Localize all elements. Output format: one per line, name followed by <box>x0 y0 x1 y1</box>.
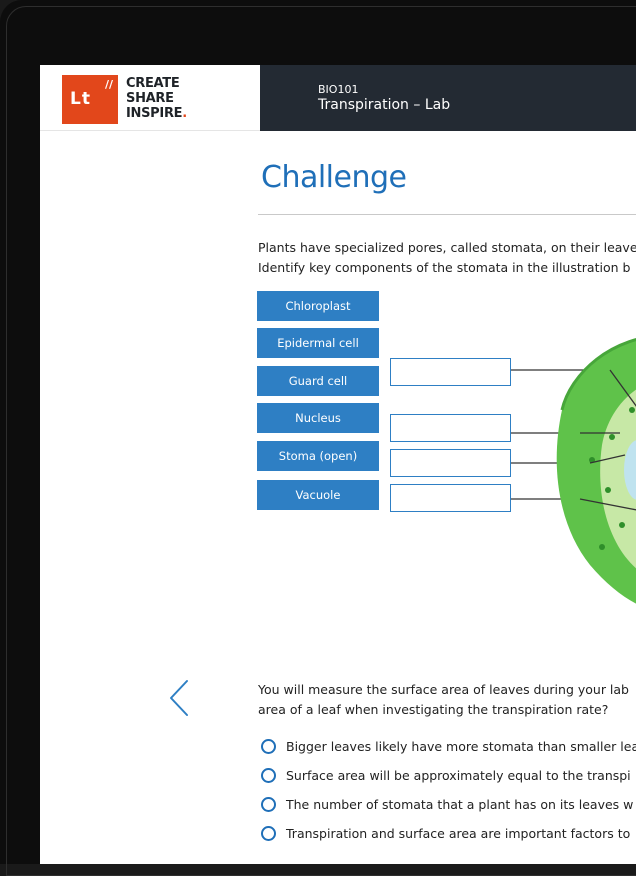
brand-line-share: SHARE <box>126 91 174 106</box>
brand-logo[interactable]: // Lt CREATE SHARE INSPIRE. <box>40 65 260 131</box>
page-title: Challenge <box>261 160 407 195</box>
stomata-illustration <box>511 338 636 604</box>
intro-line-2: Identify key components of the stomata i… <box>258 260 631 275</box>
app-header: // Lt CREATE SHARE INSPIRE. BIO101 Trans… <box>40 65 636 131</box>
label-epidermal-cell[interactable]: Epidermal cell <box>257 328 379 358</box>
course-title: Transpiration – Lab <box>318 97 451 113</box>
chloroplast-dot <box>609 434 615 440</box>
question-line-1: You will measure the surface area of lea… <box>258 682 629 697</box>
chloroplast-dot <box>619 522 625 528</box>
chloroplast-dot <box>629 407 635 413</box>
answer-option-4-label: Transpiration and surface area are impor… <box>286 826 631 841</box>
question-text: You will measure the surface area of lea… <box>258 680 636 720</box>
answer-option-3-label: The number of stomata that a plant has o… <box>286 797 634 812</box>
spark-icon: // <box>104 78 113 91</box>
label-stoma-open[interactable]: Stoma (open) <box>257 441 379 471</box>
intro-text: Plants have specialized pores, called st… <box>258 238 636 278</box>
answer-option-4[interactable]: Transpiration and surface area are impor… <box>261 824 630 844</box>
answer-option-2[interactable]: Surface area will be approximately equal… <box>261 766 631 786</box>
intro-line-1: Plants have specialized pores, called st… <box>258 240 636 255</box>
chloroplast-dot <box>599 544 605 550</box>
brand-mark: // Lt <box>62 75 118 124</box>
tablet-bezel: // Lt CREATE SHARE INSPIRE. BIO101 Trans… <box>0 0 636 876</box>
chloroplast-dot <box>605 487 611 493</box>
answer-option-3[interactable]: The number of stomata that a plant has o… <box>261 795 633 815</box>
label-nucleus[interactable]: Nucleus <box>257 403 379 433</box>
answer-option-2-label: Surface area will be approximately equal… <box>286 768 631 783</box>
radio-button-1[interactable] <box>261 739 276 754</box>
brand-dot: . <box>182 106 187 121</box>
brand-mark-text: Lt <box>70 89 91 109</box>
title-divider <box>258 214 636 215</box>
brand-tagline: CREATE SHARE INSPIRE. <box>126 76 187 121</box>
label-guard-cell[interactable]: Guard cell <box>257 366 379 396</box>
brand-line-create: CREATE <box>126 76 180 91</box>
brand-line-inspire-text: INSPIRE <box>126 106 183 121</box>
chevron-left-icon[interactable] <box>165 677 195 719</box>
question-line-2: area of a leaf when investigating the tr… <box>258 702 609 717</box>
course-info: BIO101 Transpiration – Lab <box>318 83 450 115</box>
label-vacuole[interactable]: Vacuole <box>257 480 379 510</box>
radio-button-3[interactable] <box>261 797 276 812</box>
brand-line-inspire: INSPIRE. <box>126 106 187 121</box>
radio-button-2[interactable] <box>261 768 276 783</box>
answer-option-1-label: Bigger leaves likely have more stomata t… <box>286 739 636 754</box>
label-chloroplast[interactable]: Chloroplast <box>257 291 379 321</box>
course-code: BIO101 <box>318 83 359 96</box>
app-screen: // Lt CREATE SHARE INSPIRE. BIO101 Trans… <box>40 65 636 864</box>
radio-button-4[interactable] <box>261 826 276 841</box>
answer-option-1[interactable]: Bigger leaves likely have more stomata t… <box>261 737 636 757</box>
